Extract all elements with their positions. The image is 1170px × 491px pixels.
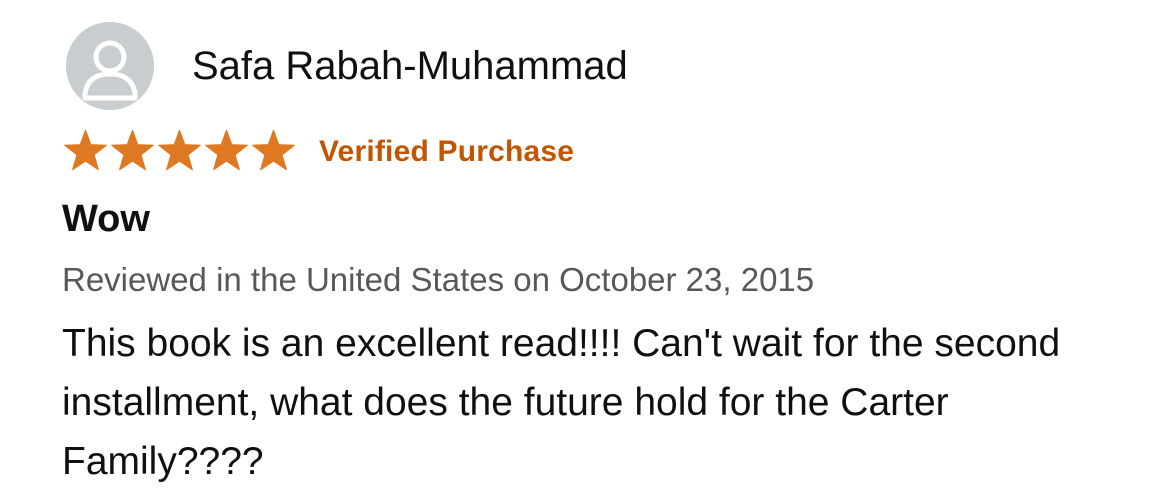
star-icon <box>205 130 248 171</box>
star-rating[interactable] <box>62 130 297 174</box>
review-title[interactable]: Wow <box>62 196 150 242</box>
reviewer-profile[interactable]: Safa Rabah-Muhammad <box>66 22 628 110</box>
review-card: Safa Rabah-Muhammad Verified Purchase Wo… <box>0 0 1170 487</box>
verified-purchase-badge: Verified Purchase <box>319 135 575 168</box>
review-date-location: Reviewed in the United States on October… <box>62 261 815 298</box>
reviewer-name[interactable]: Safa Rabah-Muhammad <box>192 42 628 90</box>
star-icon <box>111 130 154 171</box>
star-icon <box>252 130 295 171</box>
default-user-avatar-icon[interactable] <box>66 22 154 110</box>
review-body: This book is an excellent read!!!! Can't… <box>62 322 1061 483</box>
star-icon <box>64 130 107 171</box>
rating-row: Verified Purchase <box>62 130 574 174</box>
star-icon <box>158 130 201 171</box>
